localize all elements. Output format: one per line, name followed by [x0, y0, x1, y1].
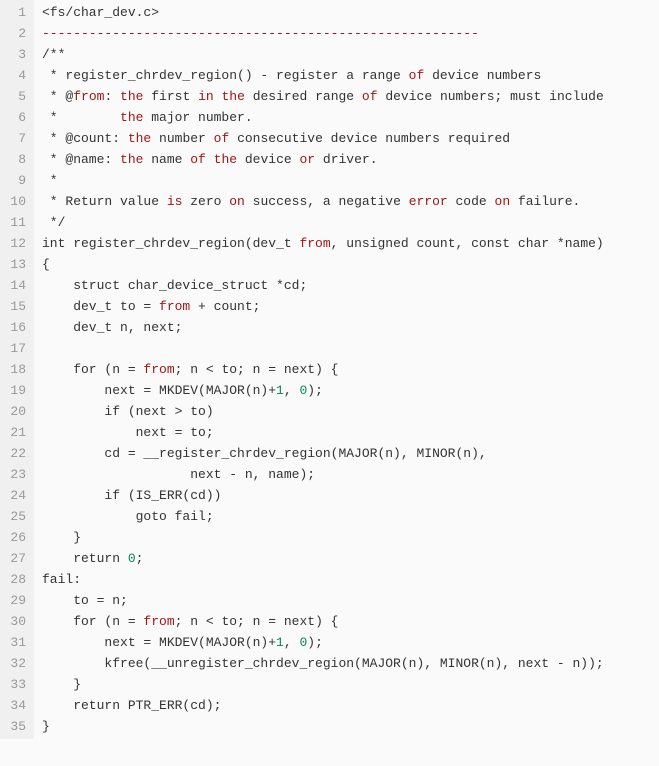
code-line[interactable]: to = n;	[42, 590, 659, 611]
line-number: 11	[4, 212, 26, 233]
line-number: 10	[4, 191, 26, 212]
code-line[interactable]: }	[42, 527, 659, 548]
line-number: 5	[4, 86, 26, 107]
line-number: 22	[4, 443, 26, 464]
code-line[interactable]: return PTR_ERR(cd);	[42, 695, 659, 716]
code-line[interactable]: next = MKDEV(MAJOR(n)+1, 0);	[42, 632, 659, 653]
line-number: 23	[4, 464, 26, 485]
line-number: 7	[4, 128, 26, 149]
code-line[interactable]: ----------------------------------------…	[42, 23, 659, 44]
code-line[interactable]: }	[42, 716, 659, 737]
code-line[interactable]: dev_t to = from + count;	[42, 296, 659, 317]
code-line[interactable]: next = MKDEV(MAJOR(n)+1, 0);	[42, 380, 659, 401]
code-line[interactable]: return 0;	[42, 548, 659, 569]
line-number: 15	[4, 296, 26, 317]
line-number: 27	[4, 548, 26, 569]
line-number: 1	[4, 2, 26, 23]
code-line[interactable]: * @from: the first in the desired range …	[42, 86, 659, 107]
code-line[interactable]: * Return value is zero on success, a neg…	[42, 191, 659, 212]
line-number: 31	[4, 632, 26, 653]
line-number: 30	[4, 611, 26, 632]
code-line[interactable]: next - n, name);	[42, 464, 659, 485]
line-number: 25	[4, 506, 26, 527]
line-number: 32	[4, 653, 26, 674]
line-number: 4	[4, 65, 26, 86]
code-line[interactable]: next = to;	[42, 422, 659, 443]
line-number: 33	[4, 674, 26, 695]
code-line[interactable]	[42, 338, 659, 359]
code-line[interactable]: * the major number.	[42, 107, 659, 128]
line-number: 24	[4, 485, 26, 506]
line-number-gutter: 1234567891011121314151617181920212223242…	[0, 0, 34, 739]
line-number: 9	[4, 170, 26, 191]
line-number: 12	[4, 233, 26, 254]
line-number: 19	[4, 380, 26, 401]
code-line[interactable]: fail:	[42, 569, 659, 590]
code-line[interactable]: for (n = from; n < to; n = next) {	[42, 611, 659, 632]
line-number: 26	[4, 527, 26, 548]
line-number: 16	[4, 317, 26, 338]
code-line[interactable]: goto fail;	[42, 506, 659, 527]
code-line[interactable]: int register_chrdev_region(dev_t from, u…	[42, 233, 659, 254]
code-line[interactable]: if (next > to)	[42, 401, 659, 422]
code-line[interactable]: struct char_device_struct *cd;	[42, 275, 659, 296]
line-number: 17	[4, 338, 26, 359]
line-number: 6	[4, 107, 26, 128]
code-line[interactable]: }	[42, 674, 659, 695]
code-line[interactable]: * @name: the name of the device or drive…	[42, 149, 659, 170]
line-number: 8	[4, 149, 26, 170]
code-line[interactable]: if (IS_ERR(cd))	[42, 485, 659, 506]
line-number: 28	[4, 569, 26, 590]
line-number: 18	[4, 359, 26, 380]
line-number: 13	[4, 254, 26, 275]
line-number: 29	[4, 590, 26, 611]
line-number: 20	[4, 401, 26, 422]
line-number: 14	[4, 275, 26, 296]
code-line[interactable]: /**	[42, 44, 659, 65]
line-number: 3	[4, 44, 26, 65]
code-line[interactable]: * @count: the number of consecutive devi…	[42, 128, 659, 149]
line-number: 2	[4, 23, 26, 44]
line-number: 21	[4, 422, 26, 443]
code-line[interactable]: *	[42, 170, 659, 191]
code-area[interactable]: <fs/char_dev.c>-------------------------…	[34, 0, 659, 739]
code-line[interactable]: <fs/char_dev.c>	[42, 2, 659, 23]
code-line[interactable]: kfree(__unregister_chrdev_region(MAJOR(n…	[42, 653, 659, 674]
code-line[interactable]: * register_chrdev_region() - register a …	[42, 65, 659, 86]
code-line[interactable]: */	[42, 212, 659, 233]
code-editor[interactable]: 1234567891011121314151617181920212223242…	[0, 0, 659, 739]
code-line[interactable]: {	[42, 254, 659, 275]
code-line[interactable]: dev_t n, next;	[42, 317, 659, 338]
code-line[interactable]: cd = __register_chrdev_region(MAJOR(n), …	[42, 443, 659, 464]
line-number: 34	[4, 695, 26, 716]
line-number: 35	[4, 716, 26, 737]
code-line[interactable]: for (n = from; n < to; n = next) {	[42, 359, 659, 380]
